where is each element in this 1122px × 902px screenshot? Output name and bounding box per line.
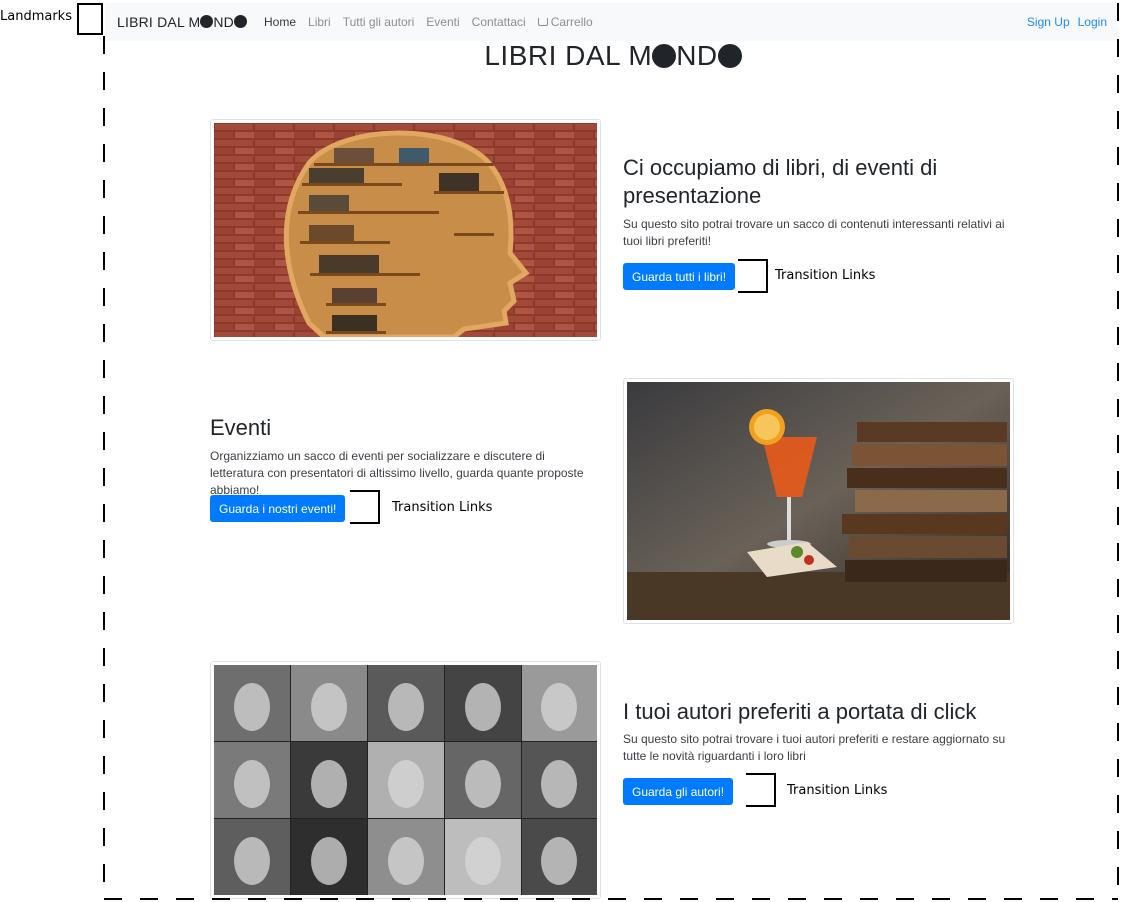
transition-links-label: Transition Links bbox=[787, 783, 888, 798]
section-heading-eventi: Eventi bbox=[210, 415, 272, 440]
transition-links-label: Transition Links bbox=[775, 268, 876, 283]
transition-links-label: Transition Links bbox=[392, 500, 493, 515]
cocktail-books-image bbox=[623, 378, 1014, 624]
view-events-button[interactable]: Guarda i nostri eventi! bbox=[210, 495, 346, 522]
section-text-eventi: Organizziamo un sacco di eventi per soci… bbox=[210, 449, 584, 497]
section-text-autori: Su questo sito potrai trovare i tuoi aut… bbox=[623, 732, 1006, 763]
nav-item-eventi[interactable]: Eventi bbox=[426, 15, 459, 29]
nav-item-carrello[interactable]: Carrello bbox=[537, 15, 593, 29]
transition-links-bracket bbox=[350, 490, 380, 524]
authors-collage-image bbox=[210, 661, 601, 899]
section-heading-autori: I tuoi autori preferiti a portata di cli… bbox=[623, 699, 977, 724]
navbar-brand[interactable]: LIBRI DAL M ND bbox=[117, 14, 247, 30]
cart-icon bbox=[537, 18, 548, 26]
nav-item-libri[interactable]: Libri bbox=[308, 15, 331, 29]
top-navbar: LIBRI DAL M ND Home Libri Tutti gli autor… bbox=[105, 3, 1118, 41]
view-books-button[interactable]: Guarda tutti i libri! bbox=[623, 263, 736, 290]
cocktail-books-photo bbox=[627, 382, 1010, 620]
main-nav: Home Libri Tutti gli autori Eventi Conta… bbox=[264, 15, 605, 29]
nav-item-contattaci[interactable]: Contattaci bbox=[472, 15, 526, 29]
auth-links: Sign Up Login bbox=[1027, 15, 1107, 29]
landmarks-annotation-bracket bbox=[77, 3, 103, 35]
transition-links-bracket bbox=[738, 259, 768, 293]
landmarks-annotation-label: Landmarks bbox=[0, 9, 72, 24]
signup-link[interactable]: Sign Up bbox=[1027, 15, 1070, 29]
nav-item-home[interactable]: Home bbox=[264, 15, 296, 29]
page-title: LIBRI DAL M ND bbox=[0, 40, 1122, 72]
transition-links-bracket bbox=[746, 773, 776, 807]
globe-icon bbox=[234, 15, 247, 28]
globe-icon bbox=[717, 44, 742, 68]
globe-icon bbox=[652, 44, 677, 68]
library-head-image bbox=[210, 119, 601, 341]
section-heading-libri: Ci occupiamo di libri, di eventi di pres… bbox=[623, 155, 938, 208]
nav-item-autori[interactable]: Tutti gli autori bbox=[343, 15, 415, 29]
nav-item-carrello-label: Carrello bbox=[550, 15, 593, 29]
section-text-libri: Su questo sito potrai trovare un sacco d… bbox=[623, 217, 1005, 248]
login-link[interactable]: Login bbox=[1078, 15, 1107, 29]
globe-icon bbox=[200, 15, 214, 28]
view-authors-button[interactable]: Guarda gli autori! bbox=[623, 778, 734, 805]
authors-portrait-grid bbox=[214, 665, 597, 895]
bookshelf-head-illustration bbox=[214, 123, 597, 337]
